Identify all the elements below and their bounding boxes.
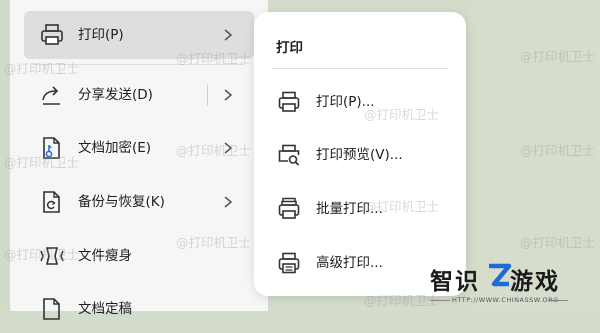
menu-item-print[interactable]: 打印(P) <box>24 11 254 59</box>
menu-split-divider <box>207 84 208 106</box>
menu-item-file-slim[interactable]: 文件瘦身 <box>24 232 254 280</box>
document-finalize-icon <box>43 298 60 320</box>
print-preview-icon <box>278 144 300 166</box>
brand-rule <box>548 300 568 301</box>
backup-restore-icon <box>43 191 60 213</box>
share-arrow-icon <box>42 86 60 105</box>
menu-item-label: 文件瘦身 <box>78 248 132 264</box>
menu-divider <box>32 64 244 65</box>
printer-icon <box>41 24 63 45</box>
file-menu: 打印(P) 分享发送(D) 文档加密(E) 备份与恢复(K) 文件瘦身 文档定稿 <box>10 0 268 320</box>
brand-z-icon <box>489 263 512 287</box>
menu-item-label: 文档加密(E) <box>78 140 152 156</box>
submenu-item-label: 打印(P)... <box>316 94 375 110</box>
menu-item-label: 打印(P) <box>78 27 124 43</box>
submenu-title: 打印 <box>276 40 303 56</box>
menu-item-backup[interactable]: 备份与恢复(K) <box>24 178 254 226</box>
menu-item-encrypt[interactable]: 文档加密(E) <box>24 124 254 172</box>
chevron-right-icon <box>224 29 233 41</box>
submenu-item-label: 高级打印... <box>316 255 383 271</box>
printer-icon <box>278 91 300 112</box>
submenu-item-advanced-print[interactable]: 高级打印... <box>268 243 452 283</box>
brand-text-right: 游戏 <box>510 269 560 295</box>
submenu-item-batch-print[interactable]: 批量打印... <box>268 189 452 229</box>
chevron-right-icon <box>224 142 233 154</box>
chevron-right-icon <box>224 89 233 101</box>
brand-logo: 智识 游戏 HTTP://WWW.CHINASSW.ORG <box>430 262 590 308</box>
menu-item-finalize[interactable]: 文档定稿 <box>24 285 254 333</box>
submenu-item-print[interactable]: 打印(P)... <box>268 82 452 122</box>
menu-item-label: 备份与恢复(K) <box>78 194 165 210</box>
menu-item-share[interactable]: 分享发送(D) <box>24 71 254 119</box>
file-slim-icon <box>40 247 64 265</box>
document-key-icon <box>43 137 60 159</box>
submenu-item-label: 打印预览(V)... <box>316 147 403 163</box>
menu-item-label: 分享发送(D) <box>78 87 153 103</box>
print-submenu: 打印 打印(P)... 打印预览(V)... 批量打印... 高级打印... <box>254 12 466 296</box>
submenu-item-print-preview[interactable]: 打印预览(V)... <box>268 135 452 175</box>
advanced-print-icon <box>278 252 300 274</box>
brand-url: HTTP://WWW.CHINASSW.ORG <box>452 296 559 304</box>
brand-text-left: 智识 <box>430 269 480 295</box>
submenu-divider <box>272 68 448 69</box>
menu-item-label: 文档定稿 <box>78 301 132 317</box>
submenu-item-label: 批量打印... <box>316 201 383 217</box>
brand-rule <box>430 300 450 301</box>
background-left <box>0 0 10 311</box>
batch-print-icon <box>278 197 300 219</box>
chevron-right-icon <box>224 196 233 208</box>
